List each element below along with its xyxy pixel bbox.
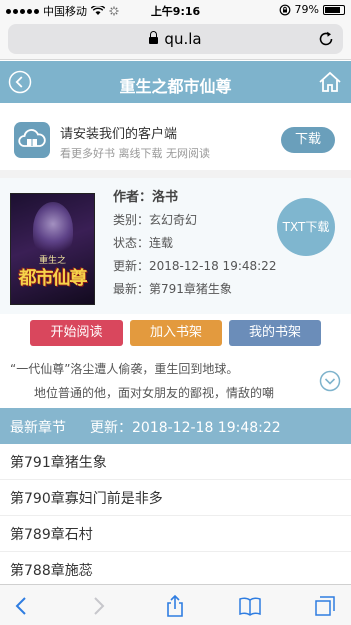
book-intro: “一代仙尊”洛尘遭人偷袭，重生回到地球。 地位普通的他，面对女朋友的鄙视，情敌的… (0, 348, 351, 408)
page-header: 重生之都市仙尊 (0, 61, 351, 103)
cloud-app-icon (14, 122, 50, 158)
chapter-list: 第791章猪生象 第790章寡妇门前是非多 第789章石村 第788章施蕊 (0, 444, 351, 588)
intro-line-1: “一代仙尊”洛尘遭人偷袭，重生回到地球。 (10, 362, 239, 376)
book-cover[interactable]: 重生之 都市仙尊 (10, 193, 95, 305)
address-bar[interactable]: qu.la (8, 24, 343, 54)
install-app-banner: 请安装我们的客户端 看更多好书 离线下载 无网阅读 下载 (0, 103, 351, 178)
cover-figure (33, 202, 73, 257)
url-text: qu.la (164, 30, 202, 48)
chapter-item[interactable]: 第789章石村 (0, 516, 351, 552)
book-info: 重生之 都市仙尊 作者：洛书 类别：玄幻奇幻 状态：连载 更新：2018-12-… (0, 178, 351, 314)
home-icon[interactable] (317, 69, 343, 95)
txt-download-button[interactable]: TXT下载 (277, 198, 335, 256)
back-arrow-icon[interactable] (10, 594, 34, 618)
book-author[interactable]: 作者：洛书 (113, 186, 276, 209)
chapter-item[interactable]: 第788章施蕊 (0, 552, 351, 588)
forward-arrow-icon[interactable] (86, 594, 110, 618)
reload-icon[interactable] (317, 30, 335, 48)
cover-title: 都市仙尊 (18, 268, 88, 289)
download-app-button[interactable]: 下载 (281, 127, 335, 153)
chapter-item[interactable]: 第791章猪生象 (0, 444, 351, 480)
latest-chapters-label: 最新章节 (10, 420, 66, 436)
my-shelf-button[interactable]: 我的书架 (229, 320, 321, 346)
install-title: 请安装我们的客户端 (60, 127, 178, 142)
battery-icon (323, 4, 345, 15)
book-meta: 作者：洛书 类别：玄幻奇幻 状态：连载 更新：2018-12-18 19:48:… (113, 186, 276, 301)
share-icon[interactable] (163, 594, 187, 618)
status-right: 79% (279, 3, 345, 16)
latest-update-time: 更新：2018-12-18 19:48:22 (90, 420, 281, 436)
book-category: 类别：玄幻奇幻 (113, 213, 198, 227)
lock-icon (149, 31, 159, 45)
chevron-down-icon[interactable] (319, 370, 341, 392)
book-latest-chapter[interactable]: 最新：第791章猪生象 (113, 278, 276, 301)
status-bar: 中国移动 上午9:16 79% (0, 0, 351, 20)
bookmarks-icon[interactable] (238, 594, 262, 618)
action-row: 开始阅读 加入书架 我的书架 (0, 314, 351, 348)
book-status: 状态：连载 (113, 236, 174, 250)
install-subtitle: 看更多好书 离线下载 无网阅读 (60, 147, 210, 160)
book-updated: 更新：2018-12-18 19:48:22 (113, 259, 277, 273)
page-title: 重生之都市仙尊 (119, 77, 232, 96)
latest-chapters-bar: 最新章节 更新：2018-12-18 19:48:22 (0, 408, 351, 444)
browser-address-area: qu.la (0, 20, 351, 60)
tabs-icon[interactable] (313, 594, 337, 618)
chapter-item[interactable]: 第790章寡妇门前是非多 (0, 480, 351, 516)
battery-percent: 79% (294, 3, 319, 16)
orientation-lock-icon (279, 4, 290, 15)
intro-line-2: 地位普通的他，面对女朋友的鄙视，情敌的嘲 (34, 386, 275, 400)
add-to-shelf-button[interactable]: 加入书架 (130, 320, 222, 346)
start-reading-button[interactable]: 开始阅读 (30, 320, 123, 346)
address-text-wrap: qu.la (8, 30, 343, 48)
browser-toolbar (0, 584, 351, 625)
